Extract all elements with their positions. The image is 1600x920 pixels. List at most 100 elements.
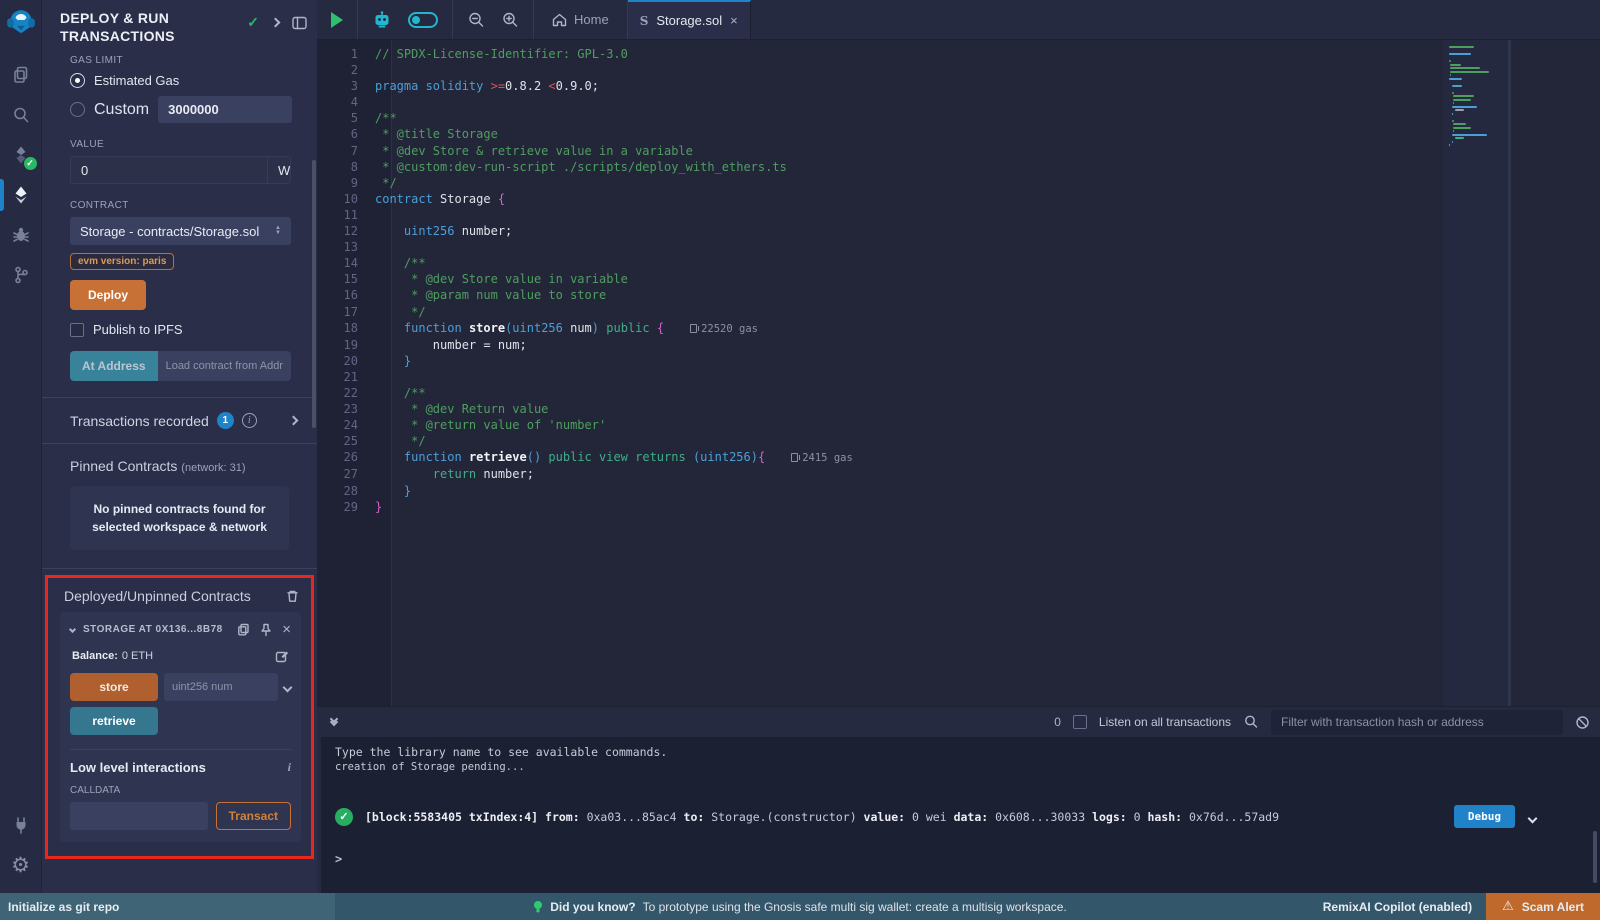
estimated-gas-radio[interactable] xyxy=(70,73,85,88)
at-address-button[interactable]: At Address xyxy=(70,351,158,381)
terminal[interactable]: Type the library name to see available c… xyxy=(317,737,1600,893)
publish-ipfs-label: Publish to IPFS xyxy=(93,322,183,337)
tab-storage-sol[interactable]: S Storage.sol × xyxy=(628,0,751,39)
debugger-icon[interactable] xyxy=(0,215,42,255)
lowlevel-info-icon[interactable]: i xyxy=(288,760,291,775)
search-icon[interactable] xyxy=(0,95,42,135)
run-script-icon[interactable] xyxy=(331,12,343,28)
evm-version-badge: evm version: paris xyxy=(70,253,174,270)
debug-button[interactable]: Debug xyxy=(1454,805,1515,828)
value-label: VALUE xyxy=(70,139,291,150)
edit-balance-icon[interactable] xyxy=(275,649,289,663)
store-arg-input[interactable] xyxy=(164,673,278,701)
code-line: 26 function retrieve() public view retur… xyxy=(317,449,1600,466)
code-line: 4 xyxy=(317,94,1600,110)
value-unit-select[interactable]: Wei ▲▼ xyxy=(267,157,291,183)
estimated-gas-option[interactable]: Estimated Gas xyxy=(70,73,291,88)
retrieve-function-button[interactable]: retrieve xyxy=(70,707,158,735)
terminal-line: Type the library name to see available c… xyxy=(335,745,1590,760)
editor-minimap[interactable] xyxy=(1443,40,1511,706)
workbench: ✓ xyxy=(0,0,1600,893)
gas-pump-icon xyxy=(791,453,798,462)
home-label: Home xyxy=(574,12,609,27)
plugin-manager-icon[interactable] xyxy=(0,805,42,845)
store-function-button[interactable]: store xyxy=(70,673,158,701)
icon-rail: ✓ xyxy=(0,0,42,893)
tx-summary-text: [block:5583405 txIndex:4] from: 0xa03...… xyxy=(365,810,1442,824)
contract-select[interactable]: Storage - contracts/Storage.sol ▲▼ xyxy=(70,217,291,245)
balance-value: 0 ETH xyxy=(122,650,153,662)
pin-contract-icon[interactable] xyxy=(260,623,272,637)
remix-ide-window: ✓ xyxy=(0,0,1600,920)
annotation-red-box: Deployed/Unpinned Contracts STORAGE AT 0… xyxy=(45,575,314,859)
warning-icon: ⚠ xyxy=(1502,899,1514,914)
listen-all-checkbox[interactable] xyxy=(1073,715,1087,729)
panel-layout-icon[interactable] xyxy=(292,16,307,30)
terminal-prompt[interactable]: > xyxy=(335,852,1590,866)
transact-button[interactable]: Transact xyxy=(216,802,291,830)
transactions-recorded-label: Transactions recorded xyxy=(70,413,209,429)
code-line: 11 xyxy=(317,207,1600,223)
file-explorer-icon[interactable] xyxy=(0,55,42,95)
scam-alert-button[interactable]: ⚠ Scam Alert xyxy=(1486,893,1600,920)
contract-instance-label: STORAGE AT 0X136...8B78 xyxy=(83,624,223,635)
panel-check-icon: ✓ xyxy=(247,14,259,31)
lowlevel-title: Low level interactions xyxy=(70,760,206,775)
settings-icon[interactable]: ⚙ xyxy=(0,845,42,885)
contract-collapse-icon[interactable] xyxy=(69,626,76,633)
code-line: 25 */ xyxy=(317,433,1600,449)
copilot-toggle[interactable] xyxy=(408,12,438,28)
copilot-status[interactable]: RemixAI Copilot (enabled) xyxy=(1309,893,1486,920)
pin-panel-icon[interactable] xyxy=(272,19,279,26)
panel-scrollbar[interactable] xyxy=(312,160,316,428)
transaction-count: 0 xyxy=(1054,715,1061,729)
code-line: 5/** xyxy=(317,110,1600,126)
copy-address-icon[interactable] xyxy=(237,623,250,636)
code-line: 1// SPDX-License-Identifier: GPL-3.0 xyxy=(317,46,1600,62)
listen-all-label: Listen on all transactions xyxy=(1099,715,1231,729)
solidity-compiler-icon[interactable]: ✓ xyxy=(0,135,42,175)
remove-contract-icon[interactable]: × xyxy=(282,622,291,637)
custom-gas-radio[interactable] xyxy=(70,102,85,117)
ai-assistant-robot-icon[interactable] xyxy=(372,11,392,29)
gas-estimate-hint: 22520 gas xyxy=(690,323,758,335)
custom-gas-input[interactable] xyxy=(158,96,292,123)
code-area: 1// SPDX-License-Identifier: GPL-3.023pr… xyxy=(317,40,1600,515)
terminal-collapse-icon[interactable] xyxy=(331,719,337,725)
code-line: 29} xyxy=(317,499,1600,515)
tab-home[interactable]: Home xyxy=(534,0,628,39)
value-input[interactable] xyxy=(71,157,267,183)
terminal-search-icon xyxy=(1243,714,1259,730)
git-init-button[interactable]: Initialize as git repo xyxy=(0,893,335,920)
pinned-network-suffix: (network: 31) xyxy=(181,462,245,474)
at-address-input[interactable] xyxy=(158,351,291,381)
code-editor[interactable]: 1// SPDX-License-Identifier: GPL-3.023pr… xyxy=(317,40,1600,706)
zoom-out-icon[interactable] xyxy=(467,11,485,29)
code-line: 19 number = num; xyxy=(317,337,1600,353)
terminal-scrollbar[interactable] xyxy=(1593,831,1597,883)
code-line: 18 function store(uint256 num) public {2… xyxy=(317,320,1600,337)
code-line: 21 xyxy=(317,369,1600,385)
close-tab-icon[interactable]: × xyxy=(730,14,738,27)
trash-icon[interactable] xyxy=(286,589,299,603)
transactions-expand-icon[interactable] xyxy=(289,416,299,426)
calldata-input[interactable] xyxy=(70,802,208,830)
transactions-recorded-row[interactable]: Transactions recorded 1 i xyxy=(42,398,317,443)
zoom-in-icon[interactable] xyxy=(501,11,519,29)
code-line: 22 /** xyxy=(317,385,1600,401)
clear-filter-icon[interactable] xyxy=(1575,715,1590,730)
custom-gas-option[interactable]: Custom xyxy=(70,96,291,123)
publish-ipfs-checkbox[interactable] xyxy=(70,323,84,337)
filter-transactions-input[interactable] xyxy=(1271,710,1563,735)
store-expand-icon[interactable] xyxy=(283,682,293,692)
git-icon[interactable] xyxy=(0,255,42,295)
gas-pump-icon xyxy=(690,324,697,333)
publish-ipfs-option[interactable]: Publish to IPFS xyxy=(70,322,291,337)
tx-expand-icon[interactable] xyxy=(1529,807,1536,826)
code-line: 10contract Storage { xyxy=(317,191,1600,207)
transactions-info-icon[interactable]: i xyxy=(242,413,257,428)
remix-logo-icon[interactable] xyxy=(6,7,36,37)
deploy-button[interactable]: Deploy xyxy=(70,280,146,310)
code-line: 24 * @return value of 'number' xyxy=(317,417,1600,433)
deploy-and-run-icon[interactable] xyxy=(0,175,42,215)
